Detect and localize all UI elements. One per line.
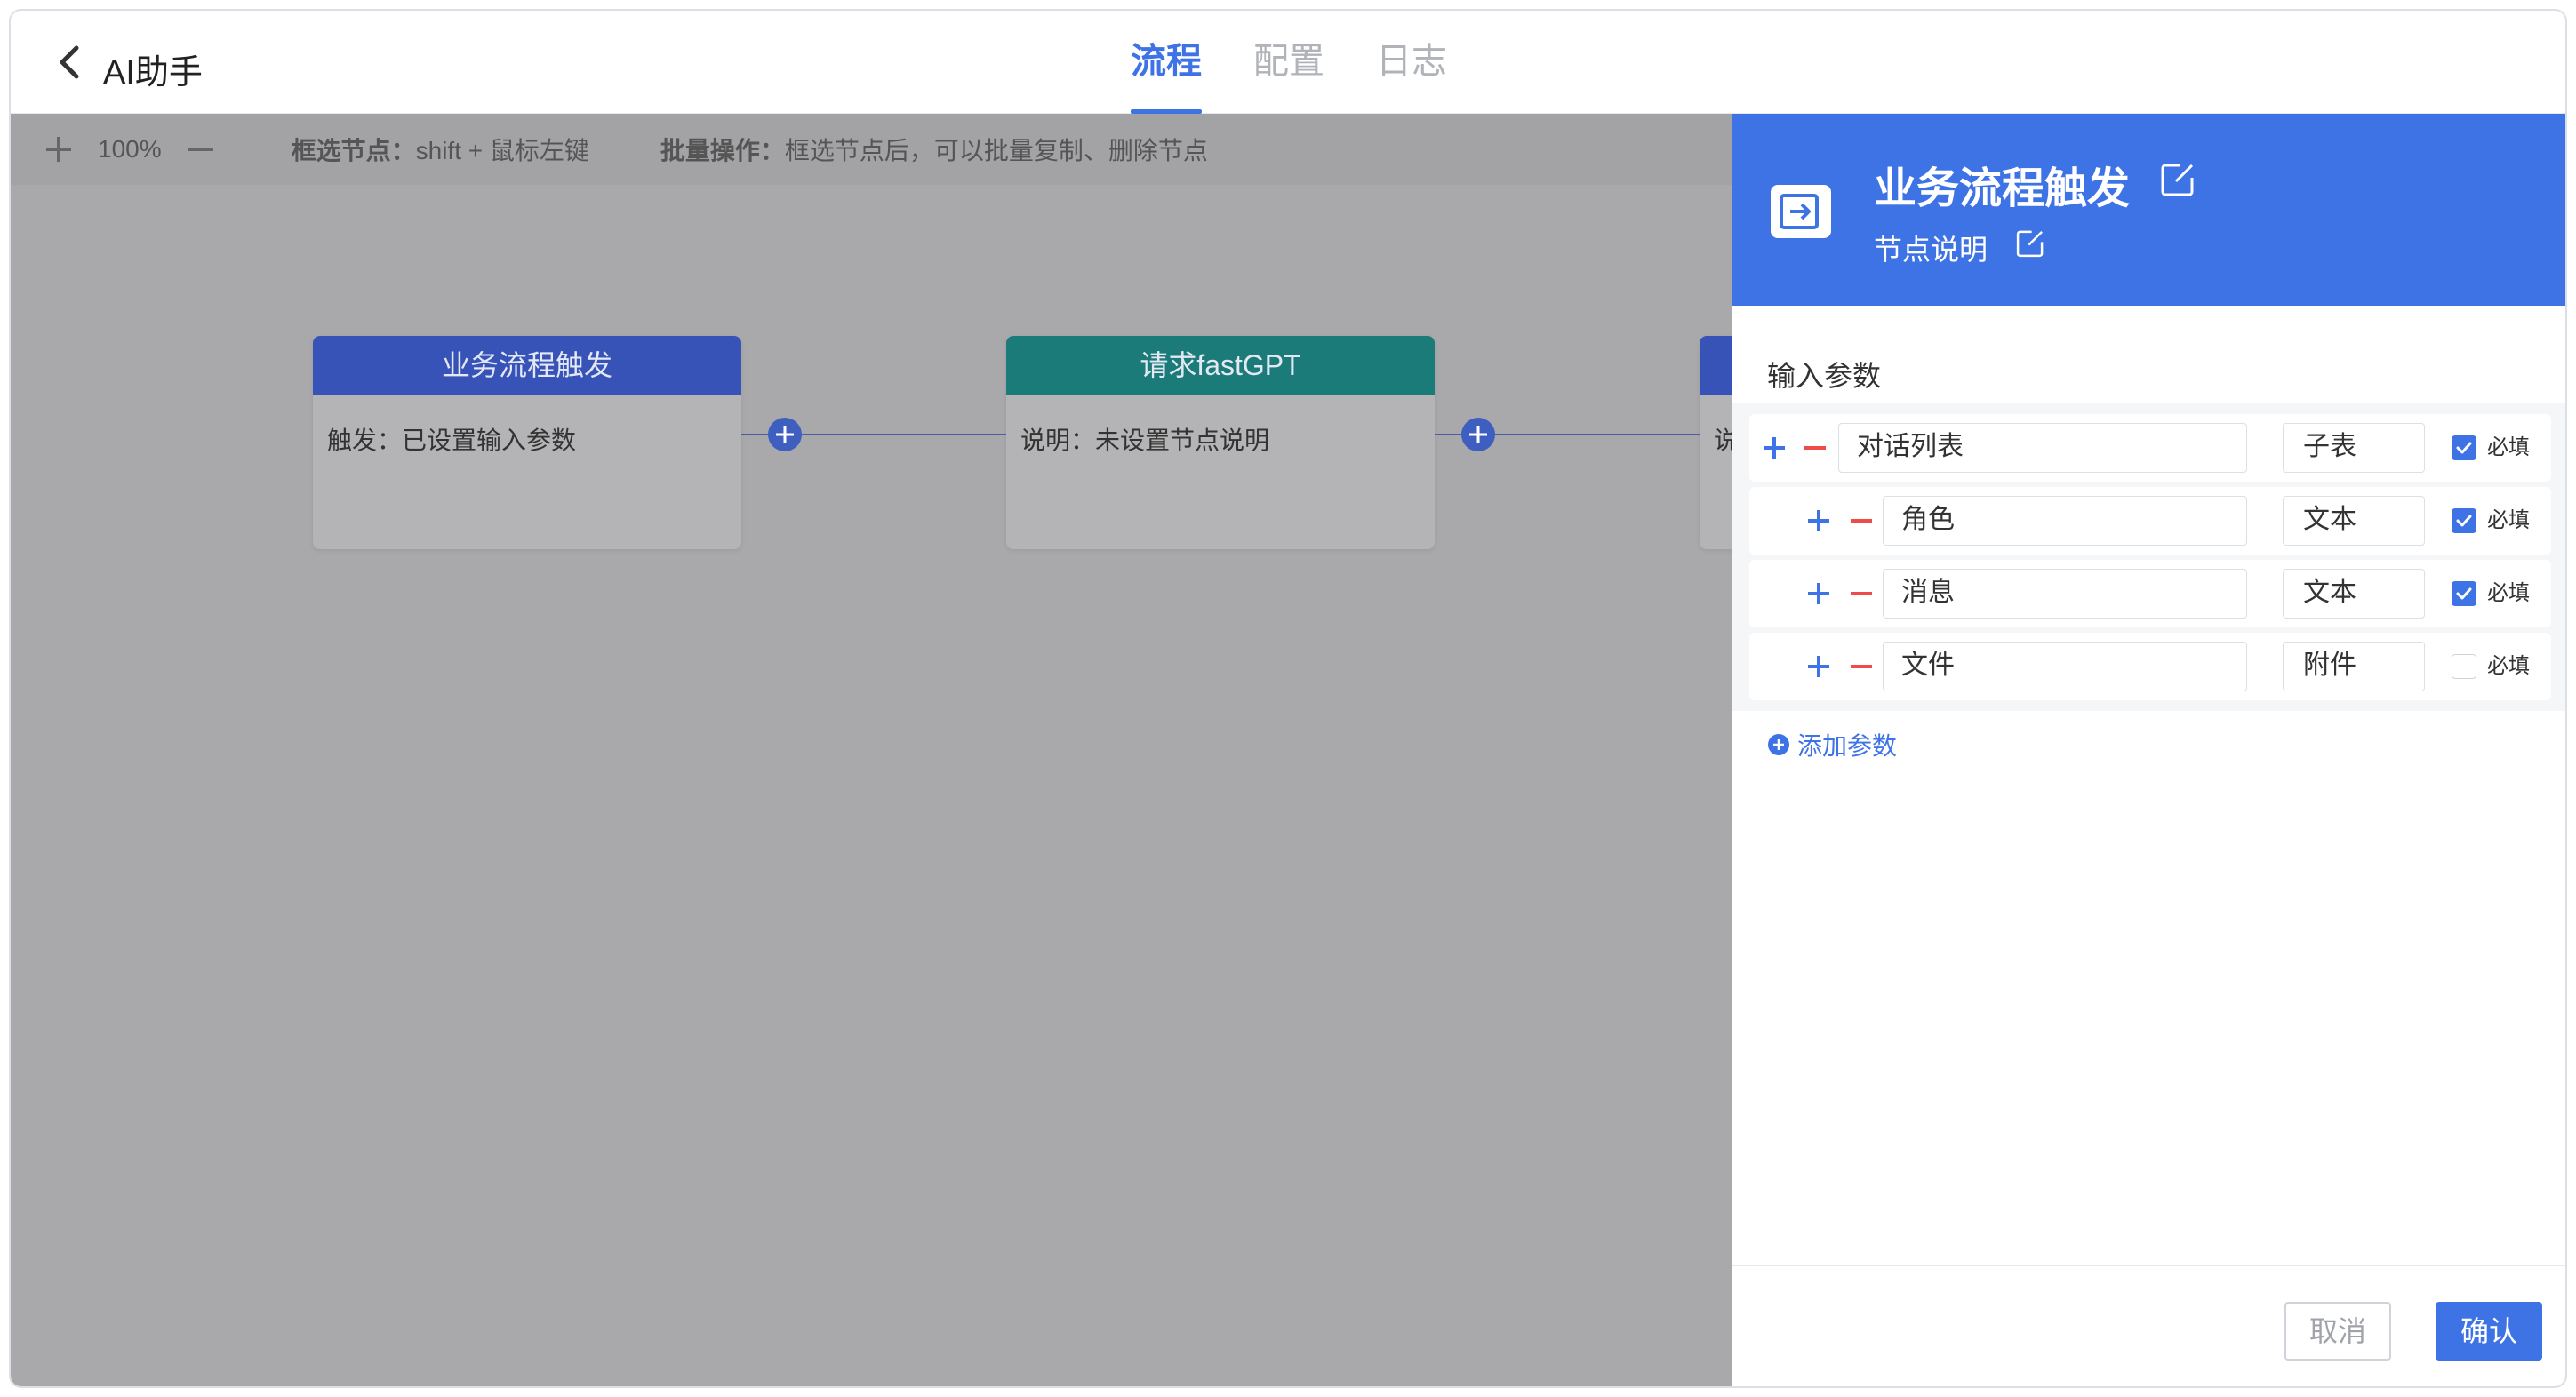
add-child-icon[interactable] (1760, 434, 1788, 462)
panel-footer: 取消 确认 (1732, 1265, 2565, 1386)
param-row: 角色 文本 必填 (1749, 487, 2551, 555)
param-row: 消息 文本 必填 (1749, 560, 2551, 627)
remove-icon[interactable] (1801, 434, 1829, 462)
param-row: 对话列表 子表 必填 (1749, 414, 2551, 482)
required-label: 必填 (2487, 654, 2530, 678)
select-hint-text: shift + 鼠标左键 (415, 137, 589, 164)
add-param-label: 添加参数 (1797, 732, 1898, 760)
app-window: AI助手 流程 配置 日志 100% 框选节点：shift + 鼠标左键 批量操… (9, 9, 2567, 1388)
batch-hint-text: 框选节点后，可以批量复制、删除节点 (784, 137, 1208, 164)
required-checkbox[interactable] (2452, 435, 2476, 460)
required-label: 必填 (2487, 581, 2530, 605)
tab-logs[interactable]: 日志 (1376, 11, 1447, 114)
param-name-input[interactable]: 对话列表 (1838, 423, 2247, 473)
node-description-label: 节点说明 (1874, 234, 1988, 266)
param-name-input[interactable]: 消息 (1883, 569, 2247, 619)
param-type-select[interactable]: 文本 (2283, 496, 2425, 546)
main-tabs: 流程 配置 日志 (1131, 11, 1499, 114)
panel-title: 业务流程触发 (1874, 165, 2131, 212)
node-description: 触发：已设置输入参数 (327, 427, 577, 454)
zoom-in-icon[interactable] (39, 130, 78, 169)
required-checkbox[interactable] (2452, 508, 2476, 533)
param-type-select[interactable]: 文本 (2283, 569, 2425, 619)
add-node-icon[interactable] (767, 417, 803, 452)
tab-flow[interactable]: 流程 (1131, 11, 1202, 114)
zoom-out-icon[interactable] (181, 130, 220, 169)
node-description: 说明：未设置节点说明 (1020, 427, 1270, 454)
cancel-button[interactable]: 取消 (2284, 1302, 2391, 1361)
confirm-button[interactable]: 确认 (2436, 1302, 2542, 1361)
param-name-input[interactable]: 角色 (1883, 496, 2247, 546)
remove-icon[interactable] (1847, 507, 1876, 535)
chevron-left-icon (60, 45, 79, 79)
required-checkbox[interactable] (2452, 654, 2476, 679)
zoom-level: 100% (98, 135, 162, 163)
param-list: 对话列表 子表 必填 角色 文本 必填 消息 文本 必填 文件 附件 必填 (1732, 403, 2565, 711)
node-title: 业务流程触发 (313, 336, 741, 395)
tab-config[interactable]: 配置 (1253, 11, 1324, 114)
top-header: AI助手 流程 配置 日志 (11, 11, 2565, 114)
batch-hint: 批量操作：框选节点后，可以批量复制、删除节点 (660, 132, 1208, 167)
remove-icon[interactable] (1847, 652, 1876, 681)
select-hint: 框选节点：shift + 鼠标左键 (292, 132, 589, 167)
back-button[interactable] (48, 39, 92, 85)
node-title: 请求fastGPT (1006, 336, 1435, 395)
edit-description-icon[interactable] (2014, 228, 2046, 259)
param-type-select[interactable]: 附件 (2283, 642, 2425, 691)
add-param-button[interactable]: 添加参数 (1767, 727, 1897, 762)
required-checkbox[interactable] (2452, 581, 2476, 606)
flow-node-trigger[interactable]: 业务流程触发 触发：已设置输入参数 (313, 336, 741, 549)
param-name-input[interactable]: 文件 (1883, 642, 2247, 691)
entry-node-icon (1771, 185, 1831, 238)
add-child-icon[interactable] (1804, 579, 1833, 608)
param-row: 文件 附件 必填 (1749, 633, 2551, 700)
panel-header: 业务流程触发 节点说明 (1732, 114, 2565, 306)
remove-icon[interactable] (1847, 579, 1876, 608)
add-child-icon[interactable] (1804, 652, 1833, 681)
plus-circle-icon (1768, 734, 1789, 755)
input-params-title: 输入参数 (1767, 360, 1882, 392)
required-label: 必填 (2487, 508, 2530, 532)
select-hint-label: 框选节点： (291, 137, 416, 164)
param-type-select[interactable]: 子表 (2283, 423, 2425, 473)
add-child-icon[interactable] (1804, 507, 1833, 535)
app-title: AI助手 (103, 54, 203, 92)
edit-title-icon[interactable] (2158, 160, 2197, 199)
flow-node-fastgpt[interactable]: 请求fastGPT 说明：未设置节点说明 (1006, 336, 1435, 549)
node-config-panel: 业务流程触发 节点说明 输入参数 对话列表 子表 必填 角色 文本 必填 消息 … (1732, 114, 2565, 1386)
add-node-icon[interactable] (1460, 417, 1496, 452)
required-label: 必填 (2487, 435, 2530, 459)
batch-hint-label: 批量操作： (660, 137, 785, 164)
